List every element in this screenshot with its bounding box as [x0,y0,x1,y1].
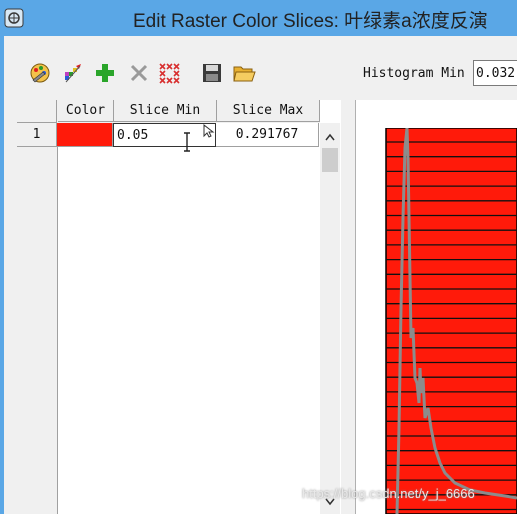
column-header-slice-min[interactable]: Slice Min [114,100,217,122]
row-header-column [17,123,58,514]
histogram-chart[interactable] [385,128,517,514]
text-cursor-icon [182,132,192,157]
app-icon[interactable] [4,8,24,28]
scroll-up-icon[interactable] [320,127,340,147]
slices-grid: Color Slice Min Slice Max [17,100,341,514]
add-icon[interactable] [93,60,117,86]
open-folder-icon[interactable] [232,60,256,86]
slice-max-cell[interactable]: 0.291767 [216,123,319,147]
histogram-min-input[interactable] [473,60,517,86]
title-bar[interactable]: Edit Raster Color Slices: 叶绿素a浓度反演 [0,0,517,36]
color-palette-icon[interactable] [28,60,52,86]
delete-icon[interactable] [127,60,151,86]
column-header-color[interactable]: Color [58,100,114,122]
save-icon[interactable] [200,60,224,86]
window-title: Edit Raster Color Slices: 叶绿素a浓度反演 [133,11,488,32]
grid-corner [17,100,57,123]
clear-all-icon[interactable] [158,60,182,86]
watermark-text: https://blog.csdn.net/y_j_6666 [302,486,475,501]
slice-min-cell[interactable] [113,123,216,147]
row-number[interactable]: 1 [17,123,57,147]
mouse-pointer-icon [203,123,215,143]
histogram-min-label: Histogram Min [363,66,465,81]
slice-color-cell[interactable] [57,123,113,147]
auto-slices-icon[interactable] [61,60,85,86]
grid-header: Color Slice Min Slice Max [18,100,320,123]
slice-min-input[interactable] [115,125,215,145]
vertical-scrollbar[interactable] [320,123,340,514]
column-header-slice-max[interactable]: Slice Max [217,100,320,122]
window-border [0,36,4,514]
scroll-thumb[interactable] [322,148,338,172]
